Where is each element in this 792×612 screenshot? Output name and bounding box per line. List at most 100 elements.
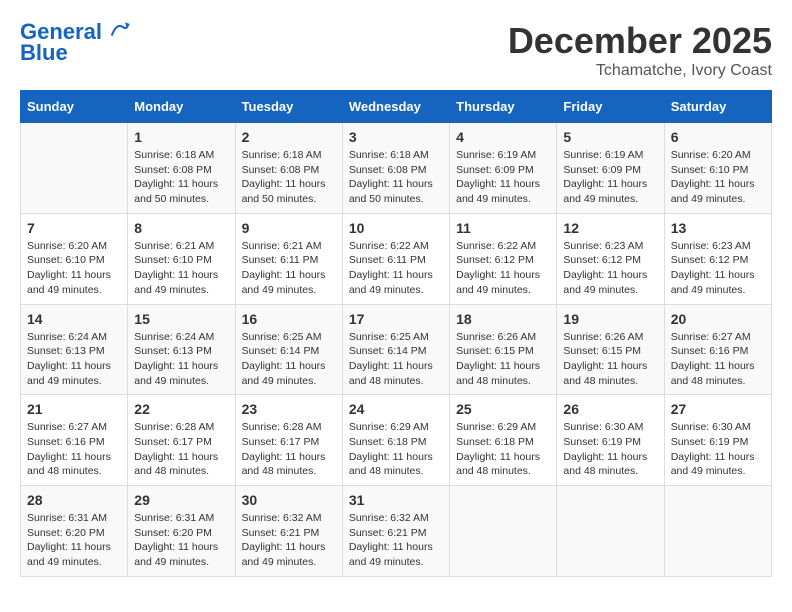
calendar-week-row: 1 Sunrise: 6:18 AM Sunset: 6:08 PM Daylig…	[21, 123, 772, 214]
calendar-cell: 15 Sunrise: 6:24 AM Sunset: 6:13 PM Dayli…	[128, 304, 235, 395]
calendar-cell: 2 Sunrise: 6:18 AM Sunset: 6:08 PM Daylig…	[235, 123, 342, 214]
weekday-header: Wednesday	[342, 91, 449, 123]
day-info: Sunrise: 6:24 AM Sunset: 6:13 PM Dayligh…	[27, 330, 121, 389]
calendar-week-row: 7 Sunrise: 6:20 AM Sunset: 6:10 PM Daylig…	[21, 213, 772, 304]
calendar-cell	[664, 486, 771, 577]
day-number: 24	[349, 401, 443, 417]
calendar-cell: 29 Sunrise: 6:31 AM Sunset: 6:20 PM Dayli…	[128, 486, 235, 577]
day-info: Sunrise: 6:27 AM Sunset: 6:16 PM Dayligh…	[27, 420, 121, 479]
location: Tchamatche, Ivory Coast	[508, 62, 772, 80]
day-info: Sunrise: 6:31 AM Sunset: 6:20 PM Dayligh…	[27, 511, 121, 570]
calendar-cell: 6Sunrise: 6:20 AM Sunset: 6:10 PM Daylig…	[664, 123, 771, 214]
calendar-cell: 31 Sunrise: 6:32 AM Sunset: 6:21 PM Dayli…	[342, 486, 449, 577]
calendar-week-row: 28 Sunrise: 6:31 AM Sunset: 6:20 PM Dayli…	[21, 486, 772, 577]
day-number: 3	[349, 129, 443, 145]
logo: General Blue	[20, 20, 130, 66]
day-info: Sunrise: 6:23 AM Sunset: 6:12 PM Dayligh…	[563, 239, 657, 298]
calendar-cell: 10 Sunrise: 6:22 AM Sunset: 6:11 PM Dayli…	[342, 213, 449, 304]
weekday-header: Saturday	[664, 91, 771, 123]
day-info: Sunrise: 6:25 AM Sunset: 6:14 PM Dayligh…	[349, 330, 443, 389]
day-info: Sunrise: 6:18 AM Sunset: 6:08 PM Dayligh…	[134, 148, 228, 207]
calendar-table: SundayMondayTuesdayWednesdayThursdayFrid…	[20, 90, 772, 577]
day-info: Sunrise: 6:19 AM Sunset: 6:09 PM Dayligh…	[456, 148, 550, 207]
day-number: 2	[242, 129, 336, 145]
day-number: 9	[242, 220, 336, 236]
day-info: Sunrise: 6:27 AM Sunset: 6:16 PM Dayligh…	[671, 330, 765, 389]
calendar-cell: 1 Sunrise: 6:18 AM Sunset: 6:08 PM Daylig…	[128, 123, 235, 214]
weekday-header: Friday	[557, 91, 664, 123]
day-number: 20	[671, 311, 765, 327]
calendar-cell: 11 Sunrise: 6:22 AM Sunset: 6:12 PM Dayli…	[450, 213, 557, 304]
calendar-cell: 17 Sunrise: 6:25 AM Sunset: 6:14 PM Dayli…	[342, 304, 449, 395]
day-number: 26	[563, 401, 657, 417]
calendar-cell: 19Sunrise: 6:26 AM Sunset: 6:15 PM Dayli…	[557, 304, 664, 395]
weekday-header: Tuesday	[235, 91, 342, 123]
calendar-cell: 16Sunrise: 6:25 AM Sunset: 6:14 PM Dayli…	[235, 304, 342, 395]
title-block: December 2025 Tchamatche, Ivory Coast	[508, 20, 772, 80]
calendar-week-row: 21Sunrise: 6:27 AM Sunset: 6:16 PM Dayli…	[21, 395, 772, 486]
weekday-header-row: SundayMondayTuesdayWednesdayThursdayFrid…	[21, 91, 772, 123]
day-number: 5	[563, 129, 657, 145]
day-info: Sunrise: 6:20 AM Sunset: 6:10 PM Dayligh…	[27, 239, 121, 298]
day-number: 27	[671, 401, 765, 417]
day-info: Sunrise: 6:28 AM Sunset: 6:17 PM Dayligh…	[242, 420, 336, 479]
day-info: Sunrise: 6:24 AM Sunset: 6:13 PM Dayligh…	[134, 330, 228, 389]
day-number: 22	[134, 401, 228, 417]
day-info: Sunrise: 6:18 AM Sunset: 6:08 PM Dayligh…	[242, 148, 336, 207]
day-number: 31	[349, 492, 443, 508]
calendar-cell: 13Sunrise: 6:23 AM Sunset: 6:12 PM Dayli…	[664, 213, 771, 304]
day-number: 15	[134, 311, 228, 327]
weekday-header: Thursday	[450, 91, 557, 123]
day-number: 1	[134, 129, 228, 145]
day-number: 11	[456, 220, 550, 236]
day-number: 4	[456, 129, 550, 145]
day-info: Sunrise: 6:29 AM Sunset: 6:18 PM Dayligh…	[349, 420, 443, 479]
calendar-cell: 8Sunrise: 6:21 AM Sunset: 6:10 PM Daylig…	[128, 213, 235, 304]
day-number: 16	[242, 311, 336, 327]
day-info: Sunrise: 6:32 AM Sunset: 6:21 PM Dayligh…	[349, 511, 443, 570]
day-number: 17	[349, 311, 443, 327]
calendar-cell: 5 Sunrise: 6:19 AM Sunset: 6:09 PM Daylig…	[557, 123, 664, 214]
day-info: Sunrise: 6:32 AM Sunset: 6:21 PM Dayligh…	[242, 511, 336, 570]
calendar-cell	[21, 123, 128, 214]
day-number: 28	[27, 492, 121, 508]
day-info: Sunrise: 6:29 AM Sunset: 6:18 PM Dayligh…	[456, 420, 550, 479]
calendar-cell: 14Sunrise: 6:24 AM Sunset: 6:13 PM Dayli…	[21, 304, 128, 395]
day-info: Sunrise: 6:28 AM Sunset: 6:17 PM Dayligh…	[134, 420, 228, 479]
day-number: 7	[27, 220, 121, 236]
day-number: 13	[671, 220, 765, 236]
day-info: Sunrise: 6:22 AM Sunset: 6:11 PM Dayligh…	[349, 239, 443, 298]
day-info: Sunrise: 6:26 AM Sunset: 6:15 PM Dayligh…	[563, 330, 657, 389]
calendar-cell: 7 Sunrise: 6:20 AM Sunset: 6:10 PM Daylig…	[21, 213, 128, 304]
day-info: Sunrise: 6:31 AM Sunset: 6:20 PM Dayligh…	[134, 511, 228, 570]
day-number: 8	[134, 220, 228, 236]
calendar-cell: 12 Sunrise: 6:23 AM Sunset: 6:12 PM Dayli…	[557, 213, 664, 304]
calendar-cell: 23Sunrise: 6:28 AM Sunset: 6:17 PM Dayli…	[235, 395, 342, 486]
calendar-cell: 27 Sunrise: 6:30 AM Sunset: 6:19 PM Dayli…	[664, 395, 771, 486]
calendar-cell: 25 Sunrise: 6:29 AM Sunset: 6:18 PM Dayli…	[450, 395, 557, 486]
day-info: Sunrise: 6:20 AM Sunset: 6:10 PM Dayligh…	[671, 148, 765, 207]
day-number: 10	[349, 220, 443, 236]
calendar-cell: 3 Sunrise: 6:18 AM Sunset: 6:08 PM Daylig…	[342, 123, 449, 214]
calendar-cell	[557, 486, 664, 577]
day-number: 29	[134, 492, 228, 508]
page-header: General Blue December 2025 Tchamatche, I…	[20, 20, 772, 80]
month-title: December 2025	[508, 20, 772, 62]
day-info: Sunrise: 6:30 AM Sunset: 6:19 PM Dayligh…	[563, 420, 657, 479]
calendar-cell	[450, 486, 557, 577]
day-number: 12	[563, 220, 657, 236]
day-info: Sunrise: 6:22 AM Sunset: 6:12 PM Dayligh…	[456, 239, 550, 298]
calendar-cell: 28 Sunrise: 6:31 AM Sunset: 6:20 PM Dayli…	[21, 486, 128, 577]
day-number: 30	[242, 492, 336, 508]
day-info: Sunrise: 6:18 AM Sunset: 6:08 PM Dayligh…	[349, 148, 443, 207]
calendar-cell: 9 Sunrise: 6:21 AM Sunset: 6:11 PM Daylig…	[235, 213, 342, 304]
day-number: 25	[456, 401, 550, 417]
calendar-cell: 18Sunrise: 6:26 AM Sunset: 6:15 PM Dayli…	[450, 304, 557, 395]
day-info: Sunrise: 6:30 AM Sunset: 6:19 PM Dayligh…	[671, 420, 765, 479]
calendar-cell: 20 Sunrise: 6:27 AM Sunset: 6:16 PM Dayli…	[664, 304, 771, 395]
day-info: Sunrise: 6:19 AM Sunset: 6:09 PM Dayligh…	[563, 148, 657, 207]
calendar-cell: 21Sunrise: 6:27 AM Sunset: 6:16 PM Dayli…	[21, 395, 128, 486]
calendar-cell: 4 Sunrise: 6:19 AM Sunset: 6:09 PM Daylig…	[450, 123, 557, 214]
calendar-cell: 22 Sunrise: 6:28 AM Sunset: 6:17 PM Dayli…	[128, 395, 235, 486]
day-info: Sunrise: 6:21 AM Sunset: 6:11 PM Dayligh…	[242, 239, 336, 298]
